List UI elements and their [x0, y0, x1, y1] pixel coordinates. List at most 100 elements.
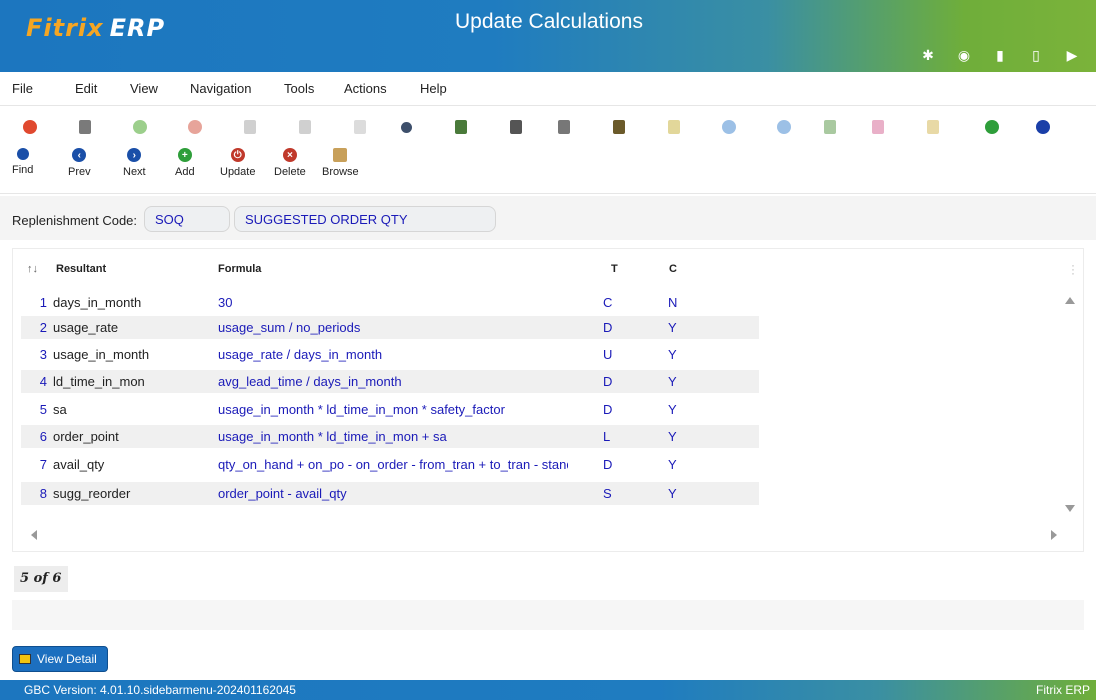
document-icon[interactable]: ▮: [982, 44, 1018, 66]
checklist-icon[interactable]: [610, 118, 628, 136]
row-formula: avg_lead_time / days_in_month: [218, 374, 402, 389]
row-t: C: [603, 295, 613, 310]
menu-view[interactable]: View: [130, 81, 158, 96]
power-icon[interactable]: [21, 118, 39, 136]
find-button[interactable]: Find: [12, 148, 33, 176]
puzzle-icon[interactable]: [821, 118, 839, 136]
paste-icon[interactable]: [296, 118, 314, 136]
view-detail-button[interactable]: View Detail: [12, 646, 108, 672]
replenishment-code-field[interactable]: SOQ: [144, 206, 230, 232]
menu-edit[interactable]: Edit: [75, 81, 97, 96]
browse-button[interactable]: Browse: [322, 148, 359, 178]
row-t: D: [603, 457, 613, 472]
detail-area: [12, 600, 1084, 630]
table-row[interactable]: 8 sugg_reorder order_point - avail_qty S…: [21, 482, 759, 505]
col-resultant[interactable]: Resultant: [56, 263, 106, 275]
row-c: Y: [668, 374, 677, 389]
page-icon[interactable]: [507, 118, 525, 136]
delete-icon: ×: [282, 148, 297, 162]
frame-icon[interactable]: [665, 118, 683, 136]
globe-icon[interactable]: [983, 118, 1001, 136]
scroll-down-icon[interactable]: [1065, 505, 1075, 512]
zoom-icon[interactable]: [397, 118, 415, 136]
row-c: N: [668, 295, 678, 310]
up-circle-icon[interactable]: [775, 118, 793, 136]
scroll-right-icon[interactable]: [1051, 530, 1057, 540]
search-icon: [16, 148, 29, 160]
lock-icon[interactable]: [924, 118, 942, 136]
column-menu-icon[interactable]: · · ·: [1071, 259, 1075, 279]
copy-icon[interactable]: [76, 118, 94, 136]
row-resultant: avail_qty: [53, 457, 105, 472]
logo-main: Fitrix: [26, 14, 104, 42]
row-resultant: usage_rate: [53, 320, 119, 335]
prev-button[interactable]: ‹ Prev: [68, 148, 91, 178]
table-row[interactable]: 3 usage_in_month usage_rate / days_in_mo…: [21, 343, 759, 366]
menu-tools[interactable]: Tools: [284, 81, 314, 96]
scroll-left-icon[interactable]: [31, 530, 37, 540]
calendar-icon[interactable]: [452, 118, 470, 136]
row-t: S: [603, 486, 612, 501]
col-t[interactable]: T: [611, 263, 618, 275]
table-row[interactable]: 7 avail_qty qty_on_hand + on_po - on_ord…: [21, 453, 759, 476]
accept-icon[interactable]: [131, 118, 149, 136]
table-row[interactable]: 1 days_in_month 30 C N: [21, 291, 759, 314]
browse-label: Browse: [322, 166, 359, 178]
delete-label: Delete: [274, 166, 306, 178]
power-icon: ⏻: [230, 148, 245, 162]
update-label: Update: [220, 166, 256, 178]
edit-page-icon[interactable]: [555, 118, 573, 136]
row-formula: order_point - avail_qty: [218, 486, 347, 501]
row-c: Y: [668, 320, 677, 335]
find-label: Find: [12, 164, 34, 176]
new-document-icon[interactable]: ▯: [1018, 44, 1054, 66]
row-formula: usage_rate / days_in_month: [218, 347, 383, 362]
row-formula: qty_on_hand + on_po - on_order - from_tr…: [218, 457, 568, 472]
row-resultant: sugg_reorder: [53, 486, 131, 501]
scroll-up-icon[interactable]: [1065, 297, 1075, 304]
window-title: Update Calculations: [455, 10, 643, 33]
col-formula[interactable]: Formula: [218, 263, 261, 275]
row-t: U: [603, 347, 613, 362]
row-c: Y: [668, 429, 677, 444]
row-resultant: ld_time_in_mon: [53, 374, 145, 389]
menu-bar: File Edit View Navigation Tools Actions …: [0, 72, 1096, 106]
help-icon[interactable]: [1034, 118, 1052, 136]
calculations-table: ↑↓ Resultant Formula T C · · · 1 days_in_m…: [12, 248, 1084, 552]
status-bar: GBC Version: 4.01.10.sidebarmenu-2024011…: [0, 680, 1096, 700]
row-c: Y: [668, 402, 677, 417]
table-row[interactable]: 4 ld_time_in_mon avg_lead_time / days_in…: [21, 370, 759, 393]
chip-icon[interactable]: ◉: [946, 44, 982, 66]
menu-actions[interactable]: Actions: [344, 81, 387, 96]
next-label: Next: [123, 166, 146, 178]
row-formula: 30: [218, 295, 233, 310]
chart-icon[interactable]: [869, 118, 887, 136]
menu-file[interactable]: File: [12, 81, 33, 96]
update-button[interactable]: ⏻ Update: [220, 148, 255, 178]
next-button[interactable]: › Next: [123, 148, 146, 178]
row-index: 5: [39, 402, 47, 417]
col-c[interactable]: C: [669, 263, 677, 275]
folder-icon: [333, 148, 348, 162]
down-circle-icon[interactable]: [720, 118, 738, 136]
sort-icon[interactable]: ↑↓: [27, 263, 38, 275]
replenishment-description-field[interactable]: SUGGESTED ORDER QTY: [234, 206, 496, 232]
table-row[interactable]: 6 order_point usage_in_month * ld_time_i…: [21, 425, 759, 448]
table-row[interactable]: 5 sa usage_in_month * ld_time_in_mon * s…: [21, 398, 759, 421]
row-t: D: [603, 402, 613, 417]
cancel-icon[interactable]: [186, 118, 204, 136]
row-index: 2: [39, 320, 47, 335]
gear-icon[interactable]: ✱: [910, 44, 946, 66]
row-resultant: usage_in_month: [53, 347, 150, 362]
menu-navigation[interactable]: Navigation: [190, 81, 251, 96]
table-row[interactable]: 2 usage_rate usage_sum / no_periods D Y: [21, 316, 759, 339]
table-header: ↑↓ Resultant Formula T C: [13, 259, 1085, 281]
add-button[interactable]: + Add: [175, 148, 195, 178]
replenishment-form: Replenishment Code: SOQ SUGGESTED ORDER …: [0, 196, 1096, 240]
menu-help[interactable]: Help: [420, 81, 447, 96]
grid-icon[interactable]: [351, 118, 369, 136]
delete-button[interactable]: × Delete: [274, 148, 306, 178]
clipboard-icon[interactable]: [241, 118, 259, 136]
row-index: 1: [39, 295, 47, 310]
play-icon[interactable]: ▶: [1054, 44, 1090, 66]
